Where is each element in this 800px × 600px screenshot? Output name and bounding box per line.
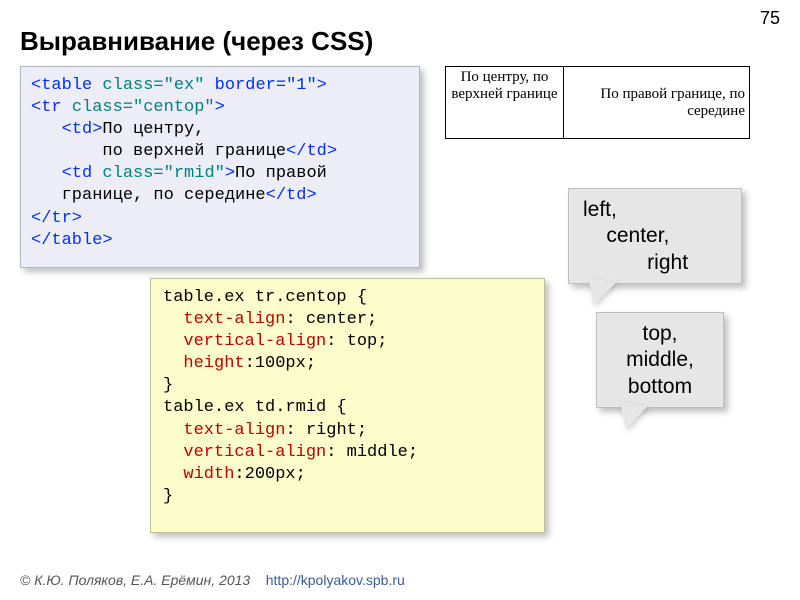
code-frag: } bbox=[163, 487, 173, 506]
code-frag: по верхней границе bbox=[31, 142, 286, 161]
code-frag: vertical-align bbox=[183, 443, 326, 462]
code-frag bbox=[163, 332, 183, 351]
footer-authors: © К.Ю. Поляков, Е.А. Ерёмин, 2013 bbox=[20, 572, 250, 588]
code-frag: <tr bbox=[31, 98, 72, 117]
code-frag: <td bbox=[31, 164, 102, 183]
code-frag: :100px; bbox=[245, 354, 316, 373]
code-frag: границе, по середине bbox=[31, 186, 266, 205]
slide-footer: © К.Ю. Поляков, Е.А. Ерёмин, 2013 http:/… bbox=[20, 572, 405, 588]
code-frag: </td> bbox=[286, 142, 337, 161]
code-frag: : top; bbox=[326, 332, 387, 351]
code-frag: </tr> bbox=[31, 209, 82, 228]
code-frag: > bbox=[225, 164, 235, 183]
callout-horizontal-align: left, center, right bbox=[568, 188, 742, 284]
code-frag bbox=[163, 421, 183, 440]
code-frag: По центру, bbox=[102, 120, 204, 139]
code-frag: class="ex" bbox=[102, 76, 204, 95]
code-frag: </table> bbox=[31, 231, 113, 250]
footer-url: http://kpolyakov.spb.ru bbox=[266, 572, 405, 588]
example-cell-rmid: По правой границе, по середине bbox=[564, 67, 750, 139]
code-frag: height bbox=[183, 354, 244, 373]
code-frag: } bbox=[163, 376, 173, 395]
code-frag: : right; bbox=[285, 421, 367, 440]
code-frag: : middle; bbox=[326, 443, 418, 462]
code-frag: :200px; bbox=[234, 465, 305, 484]
code-frag: class="rmid" bbox=[102, 164, 224, 183]
code-frag: vertical-align bbox=[183, 332, 326, 351]
callout-pointer bbox=[584, 278, 616, 308]
callout-vertical-align: top, middle, bottom bbox=[596, 312, 724, 408]
code-frag: <table bbox=[31, 76, 102, 95]
code-frag: </td> bbox=[266, 186, 317, 205]
css-code-block: table.ex tr.centop { text-align: center;… bbox=[150, 278, 545, 533]
example-cell-centop: По центру, по верхней границе bbox=[446, 67, 564, 139]
code-frag bbox=[163, 310, 183, 329]
slide-number: 75 bbox=[760, 8, 780, 29]
callout-pointer bbox=[616, 402, 647, 432]
code-frag: width bbox=[183, 465, 234, 484]
code-frag: table.ex td.rmid { bbox=[163, 398, 347, 417]
code-frag: text-align bbox=[183, 310, 285, 329]
code-frag: class="centop" bbox=[72, 98, 215, 117]
code-frag: > bbox=[215, 98, 225, 117]
html-code-block: <table class="ex" border="1"> <tr class=… bbox=[20, 66, 420, 268]
code-frag: text-align bbox=[183, 421, 285, 440]
code-frag bbox=[163, 443, 183, 462]
slide-title: Выравнивание (через CSS) bbox=[20, 26, 373, 57]
example-output-table: По центру, по верхней границе По правой … bbox=[445, 66, 750, 139]
code-frag: По правой bbox=[235, 164, 327, 183]
code-frag bbox=[163, 354, 183, 373]
code-frag: border="1"> bbox=[204, 76, 326, 95]
example-row: По центру, по верхней границе По правой … bbox=[446, 67, 750, 139]
code-frag: table.ex tr.centop { bbox=[163, 288, 367, 307]
code-frag bbox=[163, 465, 183, 484]
code-frag: <td> bbox=[31, 120, 102, 139]
code-frag: : center; bbox=[285, 310, 377, 329]
